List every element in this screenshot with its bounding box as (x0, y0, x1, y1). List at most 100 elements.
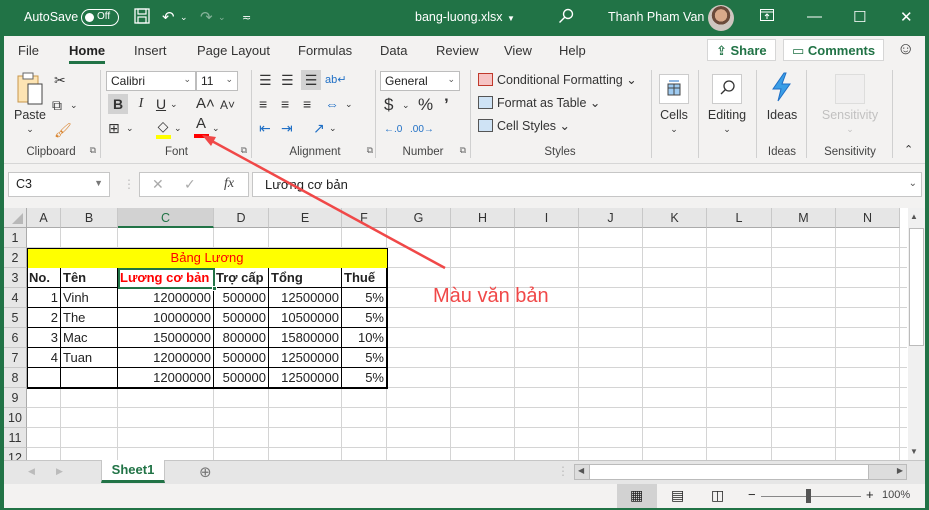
share-button[interactable]: ⇪ Share (707, 39, 776, 61)
wrap-text-icon[interactable]: ab↵ (325, 70, 346, 90)
font-launcher-icon[interactable]: ⧉ (241, 145, 247, 156)
worksheet-grid[interactable]: ABCDEFGHIJKLMN 1 2 3 4 5 6 7 8 9 10 11 12 Bảng Lươn… (4, 208, 925, 460)
fill-color-button[interactable]: ◇ (154, 116, 172, 139)
column-header-n[interactable]: N (836, 208, 900, 228)
tab-home[interactable]: Home (69, 43, 106, 64)
paste-button[interactable]: Paste ⌄ (12, 70, 48, 140)
scroll-left-icon[interactable]: ◀ (578, 466, 584, 475)
undo-icon[interactable]: ↶ (162, 8, 175, 26)
autosave-toggle[interactable]: Off (81, 9, 119, 26)
column-header-j[interactable]: J (579, 208, 643, 228)
column-header-b[interactable]: B (61, 208, 118, 228)
normal-view-button[interactable]: ▦ (617, 484, 657, 508)
feedback-smiley-icon[interactable]: ☺ (897, 39, 914, 59)
zoom-level[interactable]: 100% (882, 489, 910, 501)
column-header-c[interactable]: C (118, 208, 214, 228)
comma-button[interactable]: ’ (444, 95, 449, 115)
scroll-right-icon[interactable]: ▶ (897, 466, 903, 475)
save-icon[interactable] (134, 8, 150, 28)
zoom-slider-thumb[interactable] (806, 489, 811, 503)
decrease-indent-icon[interactable]: ⇤ (259, 118, 271, 138)
tab-file[interactable]: File (18, 43, 39, 58)
tab-formulas[interactable]: Formulas (298, 43, 352, 58)
maximize-icon[interactable]: ☐ (853, 8, 866, 26)
column-header-e[interactable]: E (269, 208, 342, 228)
row-header-10[interactable]: 10 (4, 408, 27, 428)
borders-icon[interactable]: ⊞ (108, 118, 120, 138)
bold-button[interactable]: B (108, 94, 128, 114)
row-header-8[interactable]: 8 (4, 368, 27, 388)
underline-dropdown-icon[interactable]: ⌄ (170, 94, 178, 114)
column-header-g[interactable]: G (387, 208, 451, 228)
select-all-button[interactable] (4, 208, 27, 228)
sheet-tab-sheet1[interactable]: Sheet1 (101, 460, 165, 483)
italic-button[interactable]: I (132, 94, 150, 114)
user-avatar[interactable] (708, 5, 734, 31)
currency-button[interactable]: $ (384, 95, 393, 115)
column-header-l[interactable]: L (707, 208, 772, 228)
cells-group[interactable]: Cells ⌄ (654, 68, 694, 162)
increase-indent-icon[interactable]: ⇥ (281, 118, 293, 138)
tab-insert[interactable]: Insert (134, 43, 167, 58)
copy-dropdown-icon[interactable]: ⌄ (70, 95, 78, 115)
ideas-button[interactable]: Ideas (760, 68, 804, 132)
new-sheet-icon[interactable]: ⊕ (199, 463, 212, 481)
minimize-icon[interactable]: — (807, 8, 822, 25)
customize-qat-icon[interactable]: ≂ (242, 11, 251, 24)
clipboard-launcher-icon[interactable]: ⧉ (90, 145, 96, 156)
row-header-6[interactable]: 6 (4, 328, 27, 348)
tab-view[interactable]: View (504, 43, 532, 58)
align-right-icon[interactable]: ≡ (303, 94, 311, 114)
close-icon[interactable]: ✕ (900, 8, 913, 26)
search-icon[interactable] (558, 8, 574, 28)
increase-decimal-icon[interactable]: ←.0 (384, 120, 402, 140)
font-color-button[interactable]: A (192, 114, 210, 138)
ribbon-display-icon[interactable] (760, 8, 774, 25)
undo-dropdown-icon[interactable]: ⌄ (180, 12, 188, 23)
top-align-icon[interactable]: ☰ (259, 70, 272, 90)
orientation-icon[interactable]: ↗ (313, 118, 325, 138)
scroll-up-icon[interactable]: ▲ (910, 212, 918, 221)
expand-formula-bar-icon[interactable]: ⌄ (909, 178, 917, 189)
row-header-5[interactable]: 5 (4, 308, 27, 328)
cell-styles-button[interactable]: Cell Styles ⌄ (478, 118, 570, 133)
tab-help[interactable]: Help (559, 43, 586, 58)
column-header-i[interactable]: I (515, 208, 579, 228)
zoom-out-icon[interactable]: − (748, 487, 756, 502)
align-left-icon[interactable]: ≡ (259, 94, 267, 114)
zoom-slider[interactable] (761, 496, 861, 497)
merge-dropdown-icon[interactable]: ⌄ (345, 94, 353, 114)
formula-input[interactable]: Lương cơ bản ⌄ (252, 172, 922, 197)
hscroll-split-grip-icon[interactable]: ⋮ (557, 464, 569, 478)
underline-button[interactable]: U (152, 94, 170, 114)
font-color-dropdown-icon[interactable]: ⌄ (212, 118, 220, 138)
row-header-9[interactable]: 9 (4, 388, 27, 408)
page-layout-view-icon[interactable]: ▤ (671, 487, 684, 504)
orientation-dropdown-icon[interactable]: ⌄ (329, 118, 337, 138)
middle-align-icon[interactable]: ☰ (281, 70, 294, 90)
page-break-preview-icon[interactable]: ◫ (711, 487, 724, 504)
percent-button[interactable]: % (418, 95, 433, 115)
formula-bar-grip-icon[interactable]: ⋮ (123, 177, 135, 191)
row-header-12[interactable]: 12 (4, 448, 27, 460)
horizontal-scrollbar[interactable]: ◀ ▶ (574, 464, 907, 480)
merge-center-icon[interactable]: ⇔ (325, 94, 339, 114)
font-size-select[interactable]: 11 ⌄ (196, 71, 238, 91)
next-sheet-icon[interactable]: ▶ (56, 466, 63, 477)
comments-button[interactable]: ▭ Comments (783, 39, 885, 61)
enter-icon[interactable]: ✓ (184, 176, 196, 193)
tab-data[interactable]: Data (380, 43, 407, 58)
fill-color-dropdown-icon[interactable]: ⌄ (174, 118, 182, 138)
conditional-formatting-button[interactable]: Conditional Formatting ⌄ (478, 72, 637, 87)
vertical-scroll-thumb[interactable] (909, 228, 924, 346)
decrease-decimal-icon[interactable]: .00→ (410, 120, 434, 140)
font-name-select[interactable]: Calibri ⌄ (106, 71, 196, 91)
row-header-7[interactable]: 7 (4, 348, 27, 368)
filename-dropdown-icon[interactable]: ▼ (507, 14, 515, 23)
format-painter-icon[interactable]: 🖌 (54, 120, 72, 140)
row-header-2[interactable]: 2 (4, 248, 27, 268)
number-launcher-icon[interactable]: ⧉ (460, 145, 466, 156)
column-header-a[interactable]: A (27, 208, 61, 228)
horizontal-scroll-thumb[interactable] (589, 465, 869, 479)
cut-icon[interactable]: ✂ (54, 70, 66, 90)
